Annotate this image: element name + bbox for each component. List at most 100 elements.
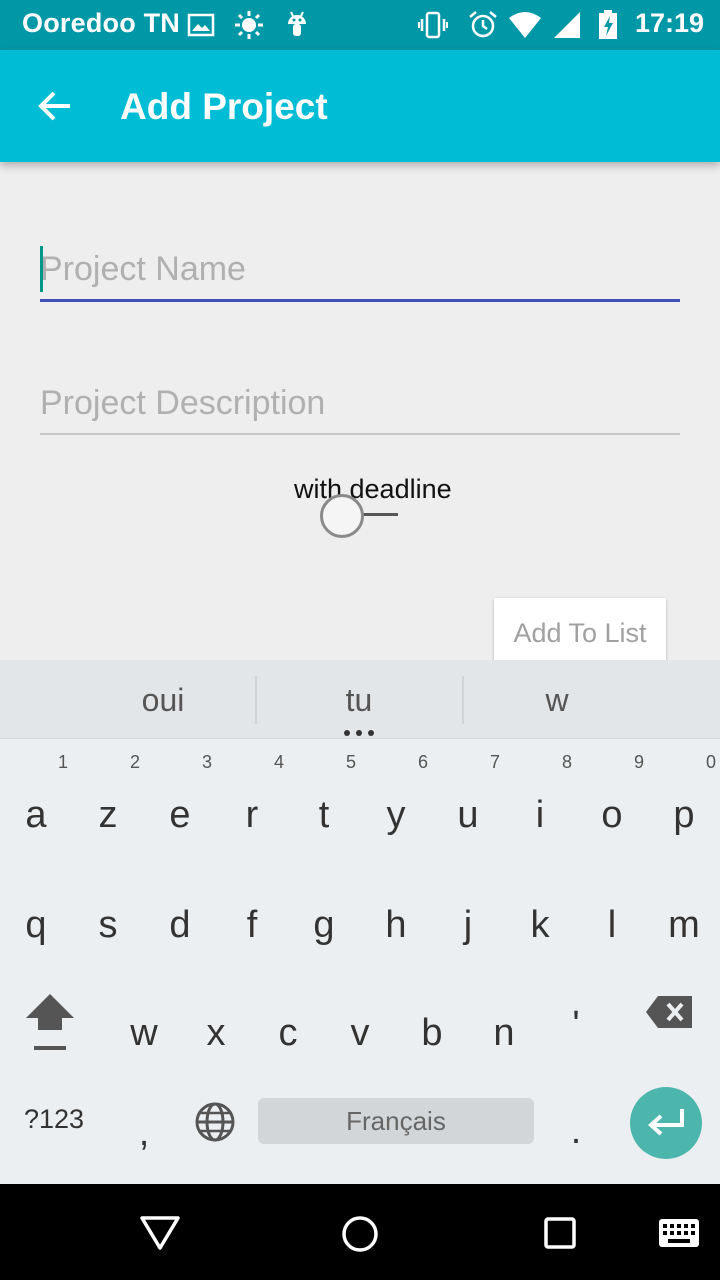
suggestion-strip: oui tu w [0,660,720,739]
key-i[interactable]: 8i [504,752,576,860]
key-hint: 5 [345,752,356,772]
signal-icon [554,12,580,38]
key-label: i [535,794,545,836]
back-nav-icon[interactable] [138,1214,182,1252]
key-hint: 1 [57,752,68,772]
project-name-input[interactable] [40,250,680,289]
key-s[interactable]: s [72,870,144,970]
key-label: t [318,794,330,836]
key-label: ?123 [23,1104,85,1134]
suggestion-3[interactable]: w [504,682,610,719]
clock: 17:19 [634,8,704,38]
suggestion-divider [462,676,464,724]
key-label: w [130,1012,158,1054]
key-label: b [421,1012,443,1054]
battery-charging-icon [599,10,617,39]
shift-key-icon[interactable] [22,990,78,1054]
backspace-key-icon[interactable] [644,994,694,1030]
key-label: z [98,794,118,836]
key-hint: 6 [417,752,428,772]
key-label: p [673,794,695,836]
key-o[interactable]: 9o [576,752,648,860]
status-bar: Ooredoo TN 17:19 [0,0,720,50]
add-to-list-button[interactable]: Add To List [494,598,666,660]
system-navigation-bar [0,1184,720,1280]
key-label: c [278,1012,298,1054]
home-nav-icon[interactable] [340,1214,380,1254]
key-label: ' [572,1004,580,1046]
key-label: x [206,1012,226,1054]
key-x[interactable]: x [180,978,252,1078]
globe-language-icon[interactable] [194,1101,236,1143]
key-j[interactable]: j [432,870,504,970]
key-label: a [25,794,47,836]
key-hint: 8 [561,752,572,772]
key-hint: 9 [633,752,644,772]
image-notification-icon [187,13,215,37]
key-hint: 3 [201,752,212,772]
key-hint: 2 [129,752,140,772]
key-label: l [607,904,617,946]
key-f[interactable]: f [216,870,288,970]
key-c[interactable]: c [252,978,324,1078]
more-suggestions-icon[interactable] [343,730,375,736]
project-description-underline [40,433,680,435]
key-period[interactable]: . [540,1076,612,1176]
key-hint: 7 [489,752,500,772]
space-bar[interactable]: Français [258,1098,534,1144]
key-r[interactable]: 4r [216,752,288,860]
key-label: g [313,904,335,946]
key-l[interactable]: l [576,870,648,970]
key-t[interactable]: 5t [288,752,360,860]
key-comma[interactable]: , [108,1078,180,1178]
key-label: n [493,1012,515,1054]
key-hint: 0 [705,752,716,772]
project-name-underline [40,299,680,302]
brightness-icon [235,11,263,39]
key-e[interactable]: 3e [144,752,216,860]
alarm-icon [469,11,497,38]
key-a[interactable]: 1a [0,752,72,860]
switch-thumb[interactable] [320,494,364,538]
keyboard-switch-icon[interactable] [658,1218,700,1248]
key-q[interactable]: q [0,870,72,970]
symbols-key[interactable]: ?123 [14,1086,94,1186]
back-arrow-icon[interactable] [34,84,78,128]
key-y[interactable]: 6y [360,752,432,860]
key-apostrophe[interactable]: ' [540,970,612,1070]
key-h[interactable]: h [360,870,432,970]
enter-key[interactable] [630,1087,702,1159]
key-label: r [245,794,259,836]
key-w[interactable]: w [108,978,180,1078]
deadline-switch[interactable] [320,494,400,540]
key-k[interactable]: k [504,870,576,970]
key-n[interactable]: n [468,978,540,1078]
app-toolbar: Add Project [0,50,720,162]
project-description-input[interactable] [40,384,680,423]
key-label: s [98,904,118,946]
key-label: o [601,794,623,836]
android-debug-icon [288,11,306,36]
page-title: Add Project [120,86,328,127]
key-label: . [570,1110,582,1152]
key-b[interactable]: b [396,978,468,1078]
key-g[interactable]: g [288,870,360,970]
enter-arrow-icon [648,1109,684,1136]
key-label: m [668,904,700,946]
key-z[interactable]: 2z [72,752,144,860]
key-v[interactable]: v [324,978,396,1078]
suggestion-divider [255,676,257,724]
wifi-icon [509,12,541,38]
key-p[interactable]: 0p [648,752,720,860]
key-m[interactable]: m [648,870,720,970]
key-label: e [169,794,191,836]
suggestion-1[interactable]: oui [110,682,216,719]
recents-nav-icon[interactable] [543,1216,577,1250]
suggestion-2[interactable]: tu [306,682,412,719]
key-d[interactable]: d [144,870,216,970]
project-name-field[interactable] [40,246,680,304]
key-u[interactable]: 7u [432,752,504,860]
project-description-field[interactable] [40,384,680,438]
key-label: d [169,904,191,946]
key-label: j [463,904,473,946]
